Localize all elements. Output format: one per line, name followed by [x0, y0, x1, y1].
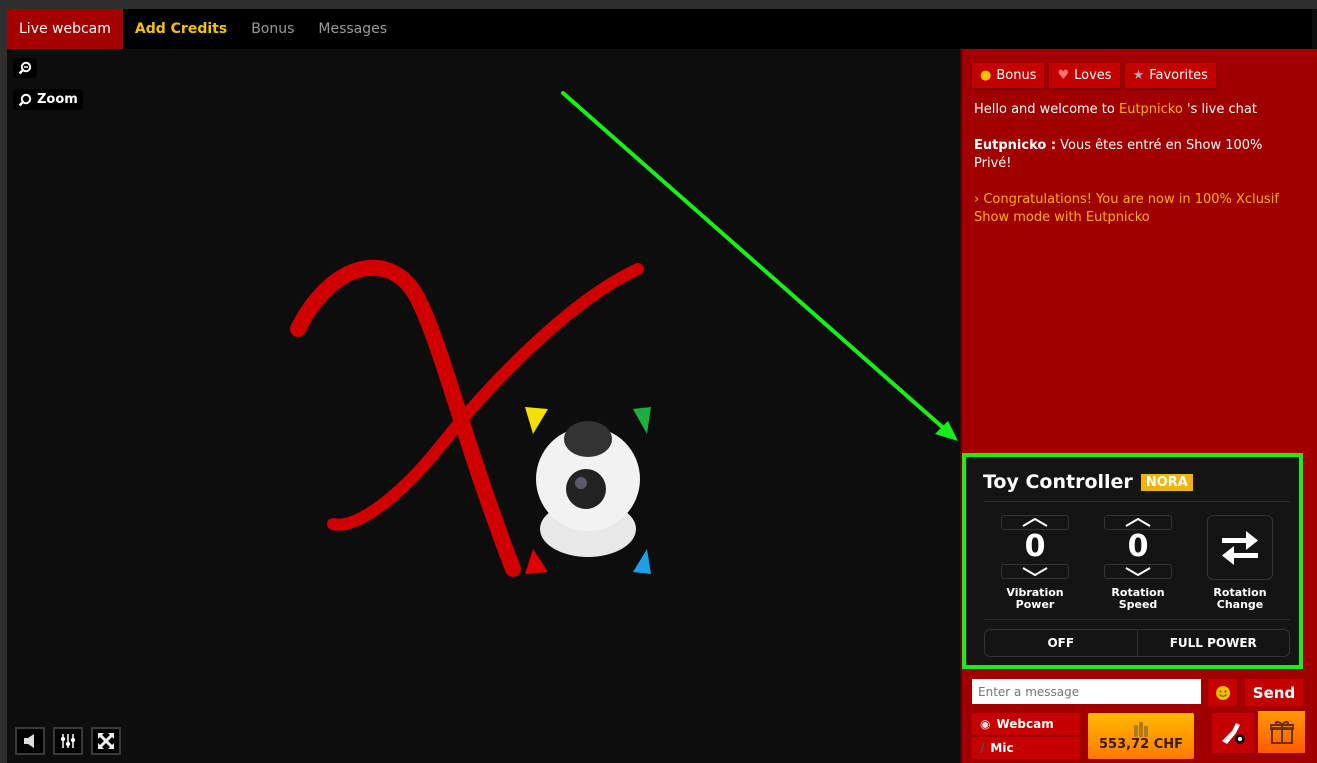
performer-name[interactable]: Eutpnicko: [1119, 102, 1183, 117]
smiley-icon: [1215, 685, 1230, 700]
tab-add-credits[interactable]: Add Credits: [123, 9, 239, 49]
divider: [984, 619, 1290, 620]
swap-arrows-icon: [1222, 530, 1258, 565]
divider: [984, 501, 1290, 502]
toy-settings-icon: [1222, 723, 1245, 744]
chat-log: Hello and welcome to Eutpnicko 's live c…: [974, 101, 1294, 245]
rotation-change-button[interactable]: [1207, 515, 1273, 580]
vibration-power-value: 0: [1024, 529, 1046, 564]
zoom-out-button[interactable]: [13, 58, 37, 78]
tab-messages[interactable]: Messages: [306, 9, 399, 49]
toy-controller-panel: Toy Controller NORA 0 Vibration Power 0 R…: [966, 457, 1299, 665]
chat-author: Eutpnicko :: [974, 138, 1057, 153]
toy-controller-title: Toy Controller: [983, 471, 1133, 493]
toy-model-badge: NORA: [1140, 473, 1193, 491]
vibration-up-button[interactable]: [1001, 515, 1069, 530]
credits-balance-button[interactable]: 553,72 CHF: [1088, 713, 1194, 759]
power-toggle: OFF FULL POWER: [984, 629, 1290, 657]
emoji-button[interactable]: [1208, 679, 1237, 706]
tab-bonus[interactable]: Bonus: [239, 9, 306, 49]
zoom-button[interactable]: Zoom: [13, 89, 83, 110]
vibration-power-label: Vibration Power: [1006, 586, 1064, 611]
gift-icon: [1269, 721, 1294, 744]
favorites-button[interactable]: ★ Favorites: [1124, 63, 1216, 88]
star-icon: ★: [1132, 68, 1145, 83]
top-nav: Live webcam Add Credits Bonus Messages: [7, 9, 1312, 49]
volume-button[interactable]: [15, 727, 45, 755]
volume-icon: [24, 734, 34, 748]
chevron-up-icon: [1022, 518, 1048, 527]
loves-button[interactable]: ♥ Loves: [1049, 63, 1120, 88]
coins-icon: ●: [980, 68, 992, 83]
send-button[interactable]: Send: [1245, 679, 1303, 706]
vibration-power-stepper: 0: [1000, 515, 1070, 579]
coins-stack-icon: [1134, 721, 1148, 737]
chevron-down-icon: [1022, 567, 1048, 576]
chat-message: Eutpnicko : Vous êtes entré en Show 100%…: [974, 138, 1263, 171]
rotation-down-button[interactable]: [1104, 564, 1172, 579]
equalizer-icon: [60, 734, 76, 748]
rotation-speed-value: 0: [1127, 529, 1149, 564]
chat-welcome: Hello and welcome to Eutpnicko 's live c…: [974, 102, 1257, 117]
toy-settings-button[interactable]: [1212, 713, 1254, 753]
magnifier-minus-icon: [18, 61, 32, 75]
magnifier-icon: [18, 93, 32, 106]
chevron-down-icon: [1125, 567, 1151, 576]
gift-button[interactable]: [1258, 711, 1305, 753]
equalizer-button[interactable]: [53, 727, 83, 755]
video-area: Zoom: [7, 49, 960, 763]
webcam-icon: ◉: [980, 717, 991, 731]
chevron-up-icon: [1125, 518, 1151, 527]
fullscreen-icon: [98, 733, 114, 749]
credits-balance: 553,72 CHF: [1099, 736, 1183, 752]
chat-system-message: › Congratulations! You are now in 100% X…: [974, 192, 1279, 225]
mic-button[interactable]: / Mic: [972, 737, 1080, 759]
rotation-speed-label: Rotation Speed: [1111, 586, 1165, 611]
bonus-button[interactable]: ● Bonus: [972, 63, 1045, 88]
rotation-change-label: Rotation Change: [1213, 586, 1267, 611]
heart-icon: ♥: [1057, 68, 1070, 83]
tab-live-webcam[interactable]: Live webcam: [7, 9, 123, 49]
microphone-icon: /: [980, 741, 985, 755]
zoom-label: Zoom: [37, 92, 78, 107]
off-button[interactable]: OFF: [985, 630, 1138, 656]
message-input[interactable]: [972, 679, 1201, 704]
rotation-speed-stepper: 0: [1103, 515, 1173, 579]
xcam-logo: [290, 259, 651, 577]
full-power-button[interactable]: FULL POWER: [1138, 630, 1290, 656]
rotation-up-button[interactable]: [1104, 515, 1172, 530]
fullscreen-button[interactable]: [91, 727, 121, 755]
vibration-down-button[interactable]: [1001, 564, 1069, 579]
webcam-button[interactable]: ◉ Webcam: [972, 713, 1080, 735]
